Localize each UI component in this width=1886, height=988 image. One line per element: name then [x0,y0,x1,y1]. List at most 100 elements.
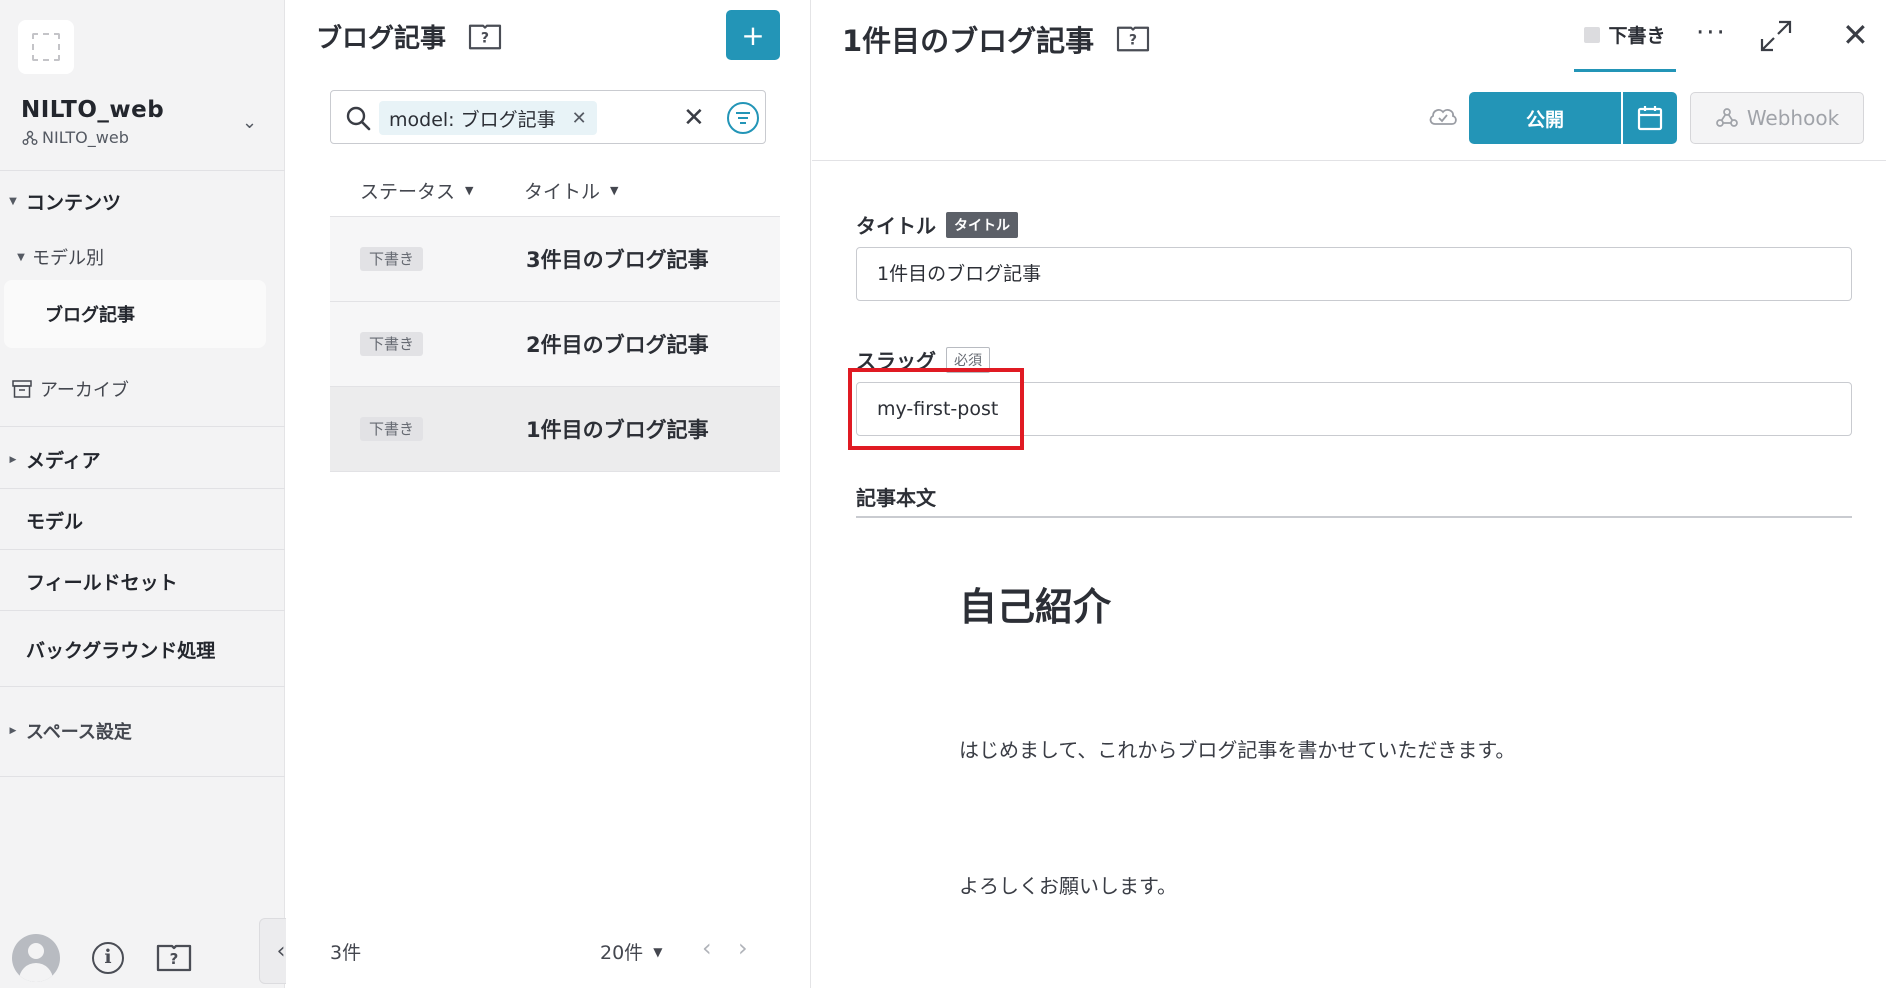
draft-square-icon [1584,26,1601,43]
nav-fieldset[interactable]: フィールドセット [0,568,285,595]
per-page-label: 20件 [600,942,644,964]
title-field-label-text: タイトル [856,214,936,238]
clear-search-icon[interactable]: ✕ [683,103,705,133]
cloud-check-icon [1429,109,1457,125]
nav-background[interactable]: バックグラウンド処理 [0,636,285,663]
highlight-annotation [848,368,1024,450]
row-title: 2件目のブログ記事 [526,333,709,357]
list-header: ブログ記事 ? [316,18,502,55]
help-book-icon[interactable]: ? [156,942,192,978]
row-title: 1件目のブログ記事 [526,418,709,442]
divider [0,488,285,489]
body-paragraph[interactable]: よろしくお願いします。 [959,870,1177,899]
svg-text:?: ? [481,30,489,46]
divider [0,549,285,550]
space-name[interactable]: NILTO_web [21,97,164,123]
nav-archive[interactable]: アーカイブ [0,376,285,402]
body-paragraph[interactable]: はじめまして、これからブログ記事を書かせていただきます。 [959,734,1515,763]
body-field-label: 記事本文 [856,486,936,510]
nav-by-model[interactable]: ▼ モデル別 [0,244,285,270]
list-panel: ブログ記事 ? + model: ブログ記事 ✕ ✕ ステータス ▼ タイトル ▼ … [286,0,811,988]
caret-down-icon: ▼ [465,184,474,197]
filter-icon[interactable] [727,102,759,134]
publish-button[interactable]: 公開 [1469,92,1621,144]
caret-right-icon: ▶ [9,454,17,465]
webhook-icon [1715,108,1738,127]
nav-model[interactable]: モデル [0,507,285,534]
caret-down-icon: ▼ [9,196,17,207]
divider [0,610,285,611]
divider [0,686,285,687]
nav-contents-label: コンテンツ [26,192,122,214]
divider [0,170,285,171]
title-field-tag: タイトル [946,211,1018,238]
status-badge: 下書き [360,417,424,441]
chip-remove-icon[interactable]: ✕ [572,108,587,129]
nav-model-blog-label: ブログ記事 [45,305,135,326]
divider [856,516,1852,518]
chevron-down-icon[interactable]: ⌄ [242,112,257,133]
detail-header: 1件目のブログ記事 ? [842,18,1150,60]
org-icon [22,130,38,145]
nav-contents[interactable]: ▼ コンテンツ [0,188,285,215]
caret-down-icon: ▼ [610,184,619,197]
close-icon[interactable]: ✕ [1842,16,1869,54]
detail-panel: 1件目のブログ記事 ? 下書き ··· ✕ 公開 Webhook タイトル タイ… [812,0,1886,988]
caret-down-icon: ▼ [17,251,25,263]
sidebar-footer: i ? [0,920,285,988]
nav-archive-label: アーカイブ [40,380,129,401]
help-book-icon[interactable]: ? [1116,24,1150,54]
table-row[interactable]: 下書き 3件目のブログ記事 [330,217,780,302]
nav-fieldset-label: フィールドセット [26,572,178,594]
nav-background-label: バックグラウンド処理 [26,640,216,662]
filter-chip-label: model: ブログ記事 [389,108,556,131]
nav-media-label: メディア [26,450,101,472]
nav-space-settings-label: スペース設定 [26,722,132,743]
body-heading[interactable]: 自己紹介 [959,576,1111,631]
row-title: 3件目のブログ記事 [526,248,709,272]
avatar[interactable] [12,934,60,982]
caret-down-icon: ▼ [653,944,663,959]
title-input[interactable]: 1件目のブログ記事 [856,247,1852,301]
caret-right-icon: ▶ [9,726,17,736]
divider [0,776,285,777]
nav-media[interactable]: ▶ メディア [0,446,285,473]
status-badge: 下書き [360,247,424,271]
column-header-title-label: タイトル [524,181,601,203]
nav-model-blog[interactable]: ブログ記事 [4,280,266,348]
webhook-button[interactable]: Webhook [1690,92,1864,144]
page-title: 1件目のブログ記事 [842,24,1095,58]
tab-draft-label: 下書き [1608,25,1666,47]
tab-draft[interactable]: 下書き [1574,0,1676,72]
search-icon [346,106,371,131]
filter-chip[interactable]: model: ブログ記事 ✕ [379,101,597,135]
table-row[interactable]: 下書き 2件目のブログ記事 [330,302,780,387]
per-page-select[interactable]: 20件 ▼ [600,938,662,965]
list-title: ブログ記事 [316,24,447,54]
divider [0,426,285,427]
column-header-status[interactable]: ステータス ▼ [360,177,473,204]
nav-by-model-label: モデル別 [32,248,104,269]
more-icon[interactable]: ··· [1696,18,1727,48]
schedule-button[interactable] [1623,92,1677,144]
webhook-button-label: Webhook [1746,106,1840,130]
nav-model-label: モデル [26,511,84,533]
help-book-icon[interactable]: ? [468,22,502,52]
sidebar: NILTO_web NILTO_web ⌄ ▼ コンテンツ ▼ モデル別 ブログ… [0,0,285,988]
search-input[interactable]: model: ブログ記事 ✕ ✕ [330,90,766,144]
svg-text:?: ? [1129,33,1137,49]
divider [812,160,1886,161]
chevron-left-icon: ‹ [276,938,286,964]
prev-page-icon[interactable]: ‹ [702,934,712,962]
space-sub-label: NILTO_web [42,128,129,147]
expand-icon[interactable] [1758,18,1794,54]
space-logo[interactable] [18,20,74,74]
info-icon[interactable]: i [92,942,124,974]
column-header-title[interactable]: タイトル ▼ [524,177,618,204]
next-page-icon[interactable]: › [738,934,748,962]
space-sub: NILTO_web [22,128,129,147]
add-entry-button[interactable]: + [726,10,780,60]
nav-space-settings[interactable]: ▶ スペース設定 [0,718,285,744]
calendar-icon [1637,106,1663,131]
table-row[interactable]: 下書き 1件目のブログ記事 [330,387,780,472]
